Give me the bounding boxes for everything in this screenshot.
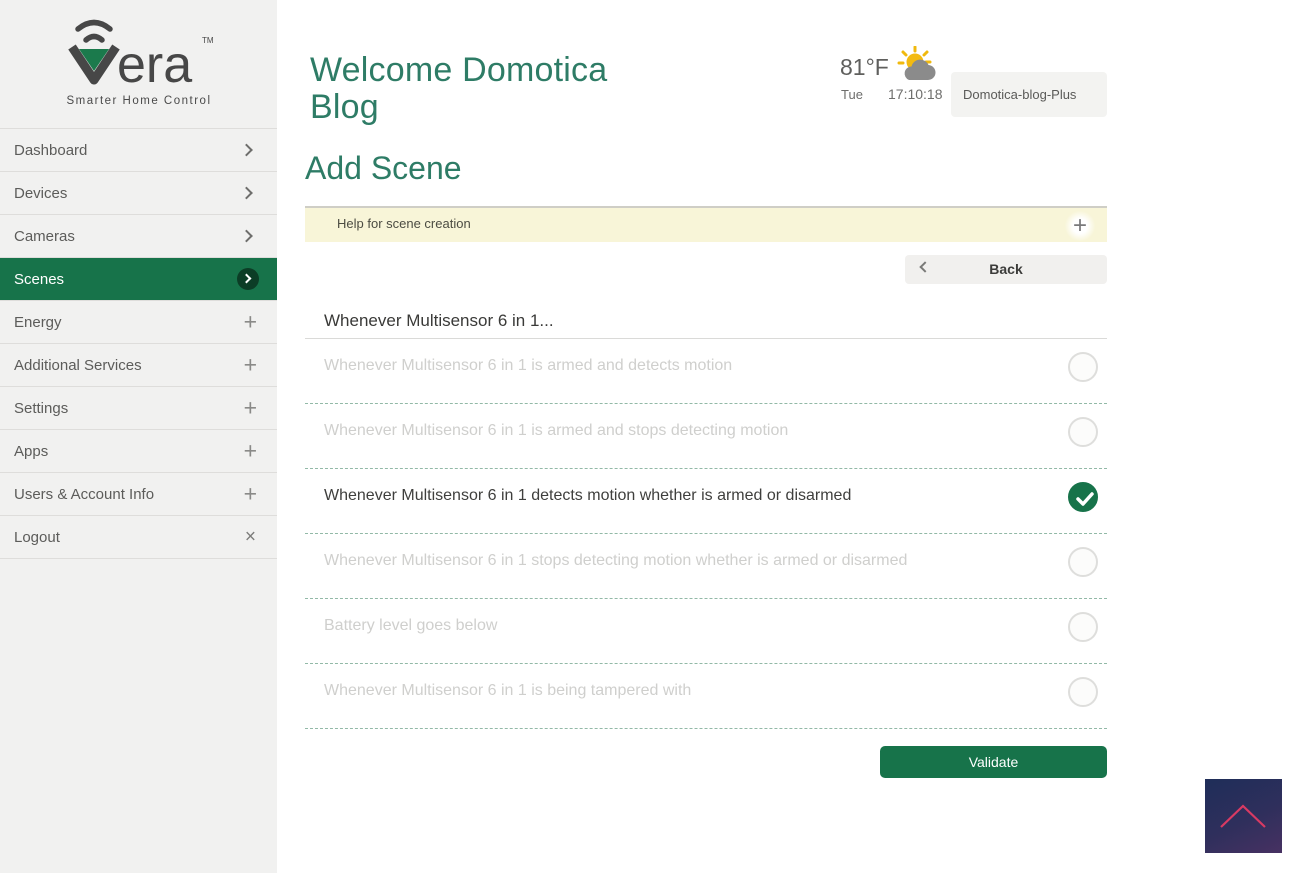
- sidebar-item-label: Settings: [14, 400, 68, 417]
- chevron-up-icon: [1213, 793, 1273, 833]
- wifi-arc-small: [86, 37, 102, 41]
- trigger-options-list: Whenever Multisensor 6 in 1 is armed and…: [305, 338, 1107, 729]
- logo-tagline: Smarter Home Control: [66, 95, 211, 107]
- sidebar-item-cameras[interactable]: Cameras: [0, 215, 277, 258]
- close-icon: ×: [245, 528, 256, 547]
- sidebar: era TM Smarter Home Control Dashboard De…: [0, 0, 277, 873]
- sidebar-item-label: Logout: [14, 529, 60, 546]
- weather-widget: 81°F: [835, 46, 955, 86]
- radio-unselected-icon[interactable]: [1068, 547, 1098, 577]
- plus-icon: +: [244, 397, 257, 420]
- trigger-option-label: Whenever Multisensor 6 in 1 is armed and…: [324, 357, 732, 375]
- weekday-label: Tue: [841, 87, 863, 102]
- chevron-right-circle-icon: [237, 268, 259, 290]
- sidebar-item-label: Devices: [14, 185, 67, 202]
- radio-unselected-icon[interactable]: [1068, 612, 1098, 642]
- trigger-section-title: Whenever Multisensor 6 in 1...: [324, 311, 554, 331]
- sidebar-item-label: Cameras: [14, 228, 75, 245]
- back-button-label: Back: [905, 261, 1107, 277]
- sidebar-item-label: Users & Account Info: [14, 486, 154, 503]
- trigger-option-label: Battery level goes below: [324, 617, 497, 635]
- sidebar-item-settings[interactable]: Settings +: [0, 387, 277, 430]
- validate-button[interactable]: Validate: [880, 746, 1107, 778]
- scroll-to-top-button[interactable]: [1205, 779, 1282, 853]
- wifi-arc-large: [78, 23, 110, 30]
- sidebar-item-dashboard[interactable]: Dashboard: [0, 129, 277, 172]
- sidebar-item-label: Apps: [14, 443, 48, 460]
- trigger-option-row-selected[interactable]: Whenever Multisensor 6 in 1 detects moti…: [305, 469, 1107, 534]
- trigger-option-label: Whenever Multisensor 6 in 1 stops detect…: [324, 552, 907, 570]
- partly-cloudy-icon: [893, 46, 945, 86]
- sidebar-item-energy[interactable]: Energy +: [0, 301, 277, 344]
- sidebar-item-devices[interactable]: Devices: [0, 172, 277, 215]
- chevron-right-icon: [240, 187, 253, 200]
- logo-brand-text: era: [117, 36, 192, 94]
- radio-unselected-icon[interactable]: [1068, 677, 1098, 707]
- trigger-option-row[interactable]: Whenever Multisensor 6 in 1 is armed and…: [305, 404, 1107, 469]
- controller-selector[interactable]: Domotica-blog-Plus: [951, 72, 1107, 117]
- sidebar-item-scenes[interactable]: Scenes: [0, 258, 277, 301]
- welcome-title: Welcome Domotica Blog: [310, 52, 655, 127]
- chevron-right-icon: [240, 230, 253, 243]
- expand-plus-icon[interactable]: +: [1065, 211, 1095, 241]
- vera-app: era TM Smarter Home Control Dashboard De…: [0, 0, 1300, 873]
- clock-time: 17:10:18: [888, 86, 943, 102]
- sidebar-item-logout[interactable]: Logout ×: [0, 516, 277, 559]
- sidebar-nav: Dashboard Devices Cameras Scenes Energy …: [0, 128, 277, 559]
- vera-logo: era TM Smarter Home Control: [0, 0, 277, 128]
- plus-icon: +: [244, 440, 257, 463]
- radio-unselected-icon[interactable]: [1068, 417, 1098, 447]
- plus-icon: +: [244, 354, 257, 377]
- radio-selected-check-icon[interactable]: [1068, 482, 1098, 512]
- trigger-option-label: Whenever Multisensor 6 in 1 is being tam…: [324, 682, 691, 700]
- temperature-value: 81°F: [840, 54, 889, 81]
- sidebar-item-label: Energy: [14, 314, 62, 331]
- trigger-option-label: Whenever Multisensor 6 in 1 detects moti…: [324, 487, 851, 505]
- main-content: Welcome Domotica Blog 81°F Tue 17:10:18 …: [305, 0, 1107, 873]
- chevron-right-icon: [240, 144, 253, 157]
- logo-tm: TM: [202, 36, 214, 45]
- trigger-option-row[interactable]: Whenever Multisensor 6 in 1 is armed and…: [305, 339, 1107, 404]
- check-icon: [1075, 491, 1095, 507]
- sidebar-item-users-account-info[interactable]: Users & Account Info +: [0, 473, 277, 516]
- vera-logo-graphic: era TM Smarter Home Control: [59, 16, 219, 112]
- sidebar-item-label: Dashboard: [14, 142, 87, 159]
- page-title: Add Scene: [305, 150, 462, 187]
- trigger-option-row[interactable]: Whenever Multisensor 6 in 1 is being tam…: [305, 664, 1107, 729]
- help-accordion-label: Help for scene creation: [337, 216, 471, 231]
- trigger-option-label: Whenever Multisensor 6 in 1 is armed and…: [324, 422, 788, 440]
- sidebar-item-label: Additional Services: [14, 357, 142, 374]
- sidebar-item-label: Scenes: [14, 271, 64, 288]
- plus-icon: +: [244, 483, 257, 506]
- help-accordion[interactable]: Help for scene creation +: [305, 206, 1107, 242]
- radio-unselected-icon[interactable]: [1068, 352, 1098, 382]
- sidebar-item-additional-services[interactable]: Additional Services +: [0, 344, 277, 387]
- trigger-option-row[interactable]: Battery level goes below: [305, 599, 1107, 664]
- back-button[interactable]: Back: [905, 255, 1107, 284]
- trigger-option-row[interactable]: Whenever Multisensor 6 in 1 stops detect…: [305, 534, 1107, 599]
- sidebar-item-apps[interactable]: Apps +: [0, 430, 277, 473]
- plus-icon: +: [244, 311, 257, 334]
